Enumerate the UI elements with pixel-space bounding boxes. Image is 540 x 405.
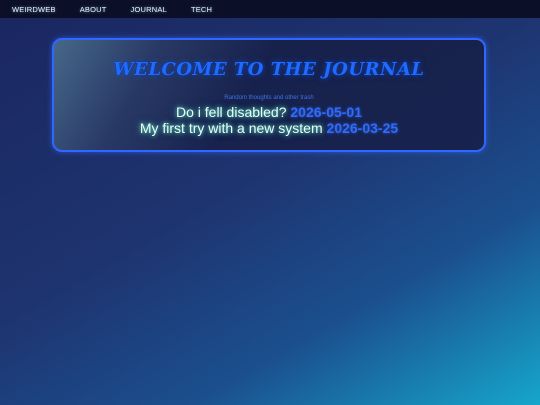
entry-date: 2026-05-01: [290, 104, 363, 120]
page-subtitle: Random thoughts and other trash: [224, 95, 314, 101]
journal-entry-link[interactable]: My first try with a new system 2026-03-2…: [54, 120, 484, 136]
top-navigation: WEIRDWEB ABOUT JOURNAL TECH: [0, 0, 540, 18]
nav-link-journal[interactable]: JOURNAL: [131, 5, 167, 14]
entry-date: 2026-03-25: [326, 120, 399, 136]
journal-card: WELCOME TO THE JOURNAL Random thoughts a…: [52, 38, 486, 152]
journal-entry-link[interactable]: Do i fell disabled? 2026-05-01: [54, 104, 484, 120]
page-title: WELCOME TO THE JOURNAL: [113, 59, 425, 80]
nav-link-weirdweb[interactable]: WEIRDWEB: [12, 5, 56, 14]
nav-link-tech[interactable]: TECH: [191, 5, 212, 14]
entry-title: My first try with a new system: [139, 120, 323, 136]
entry-title: Do i fell disabled?: [175, 104, 287, 120]
nav-link-about[interactable]: ABOUT: [80, 5, 107, 14]
entry-list: Do i fell disabled? 2026-05-01 My first …: [54, 104, 484, 136]
